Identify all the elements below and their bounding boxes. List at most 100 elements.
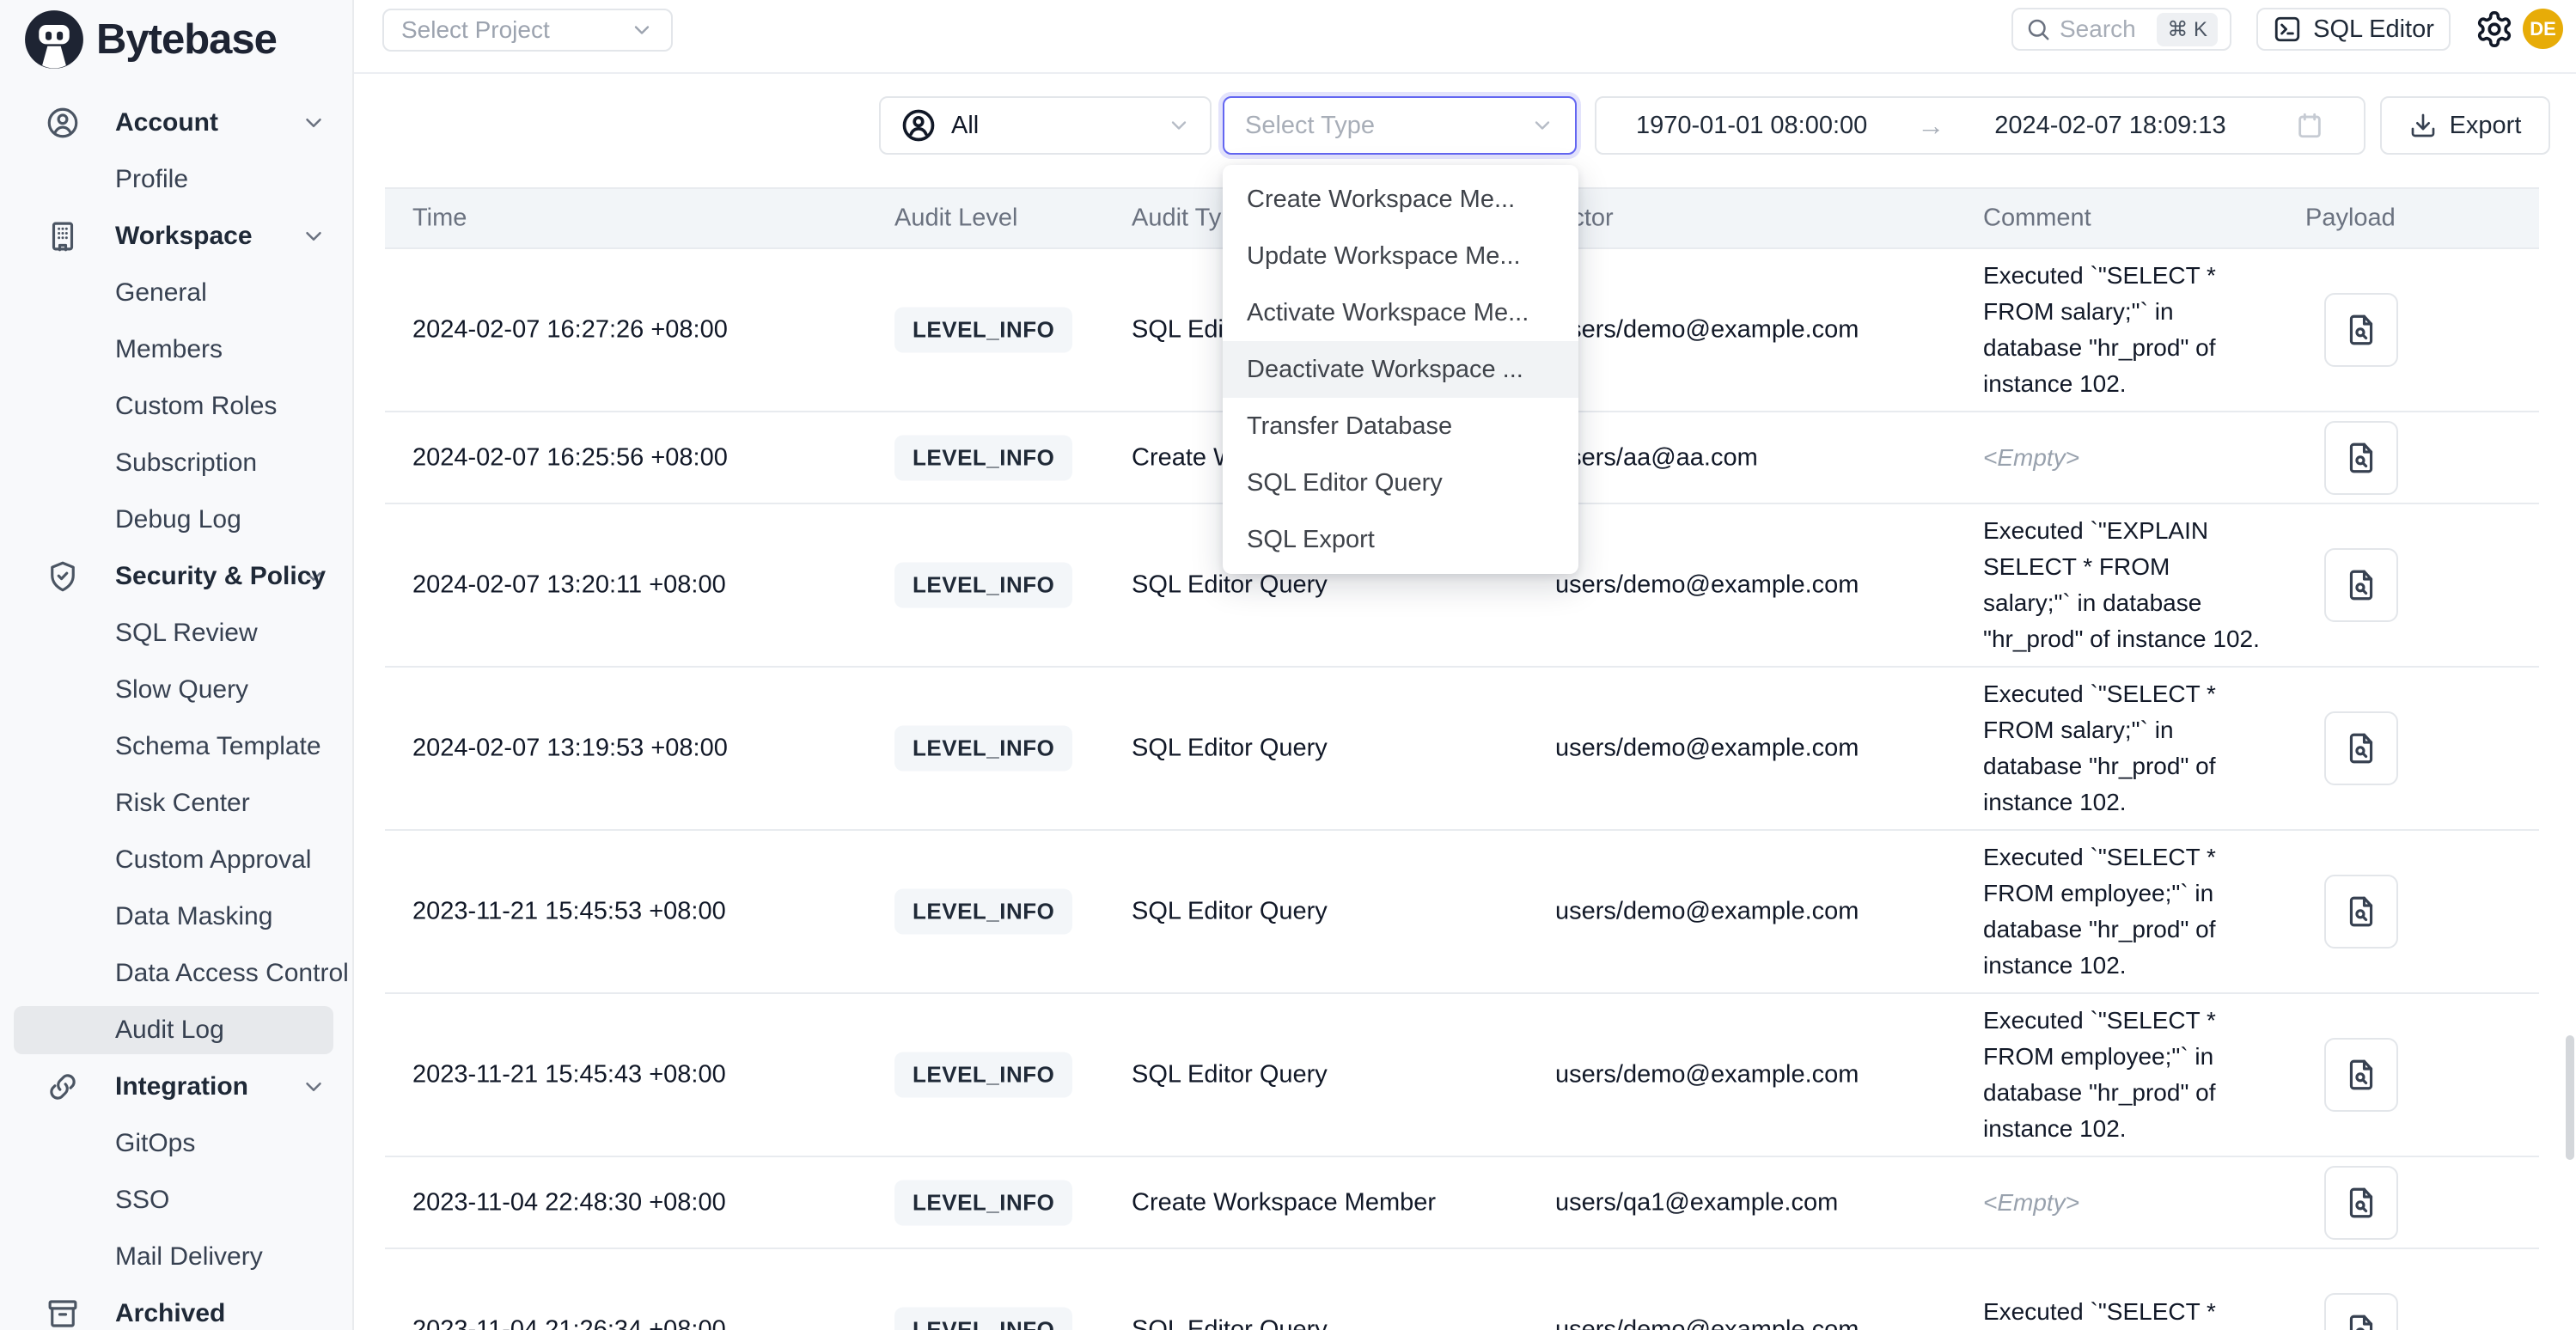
actor-filter-select[interactable]: All (879, 96, 1212, 155)
sidebar-item-sql-review[interactable]: SQL Review (0, 605, 352, 662)
cell-comment: Executed `"SELECT * FROM salary;"` in da… (1983, 676, 2260, 821)
chevron-down-icon (1167, 113, 1191, 137)
level-badge: LEVEL_INFO (894, 563, 1072, 608)
search-box[interactable]: ⌘ K (2011, 8, 2231, 51)
bytebase-logo[interactable]: Bytebase (22, 7, 277, 72)
avatar[interactable]: DE (2523, 9, 2563, 49)
cell-time: 2023-11-21 15:45:43 +08:00 (412, 1061, 859, 1089)
calendar-icon (2295, 111, 2324, 140)
sidebar-item-slow-query[interactable]: Slow Query (0, 662, 352, 718)
sidebar-item-audit-log[interactable]: Audit Log (0, 1002, 352, 1059)
payload-view-button[interactable] (2324, 1166, 2398, 1240)
cell-comment: <Empty> (1983, 440, 2260, 476)
table-row[interactable]: 2023-11-21 15:45:53 +08:00 LEVEL_INFO SQ… (385, 831, 2539, 994)
payload-view-button[interactable] (2324, 548, 2398, 622)
sidebar: Bytebase Account Profile Workspace Gener… (0, 0, 354, 1330)
building-icon (45, 218, 81, 254)
payload-view-button[interactable] (2324, 1293, 2398, 1330)
type-option-activate-workspace-me[interactable]: Activate Workspace Me... (1223, 284, 1578, 341)
search-icon (2025, 16, 2051, 42)
file-search-icon (2343, 1312, 2379, 1330)
sidebar-item-custom-roles[interactable]: Custom Roles (0, 378, 352, 435)
cell-comment: Executed `"EXPLAIN SELECT * FROM salary;… (1983, 513, 2260, 657)
cell-time: 2023-11-04 22:48:30 +08:00 (412, 1188, 859, 1217)
cell-actor: users/demo@example.com (1555, 316, 1968, 345)
project-select-placeholder: Select Project (401, 16, 550, 44)
type-option-create-workspace-me[interactable]: Create Workspace Me... (1223, 171, 1578, 228)
cell-audit-type: SQL Editor Query (1132, 735, 1535, 763)
gear-icon[interactable] (2475, 9, 2514, 49)
link-icon (45, 1069, 81, 1105)
project-select[interactable]: Select Project (382, 9, 673, 52)
sidebar-section-archived[interactable]: Archived (0, 1285, 352, 1330)
search-shortcut-badge: ⌘ K (2157, 13, 2218, 46)
cell-audit-level: LEVEL_INFO (894, 1052, 1072, 1098)
cell-actor: users/aa@aa.com (1555, 443, 1968, 472)
file-search-icon (2343, 1057, 2379, 1093)
payload-view-button[interactable] (2324, 293, 2398, 367)
sidebar-item-mail-delivery[interactable]: Mail Delivery (0, 1229, 352, 1285)
sidebar-section-security-policy[interactable]: Security & Policy (0, 548, 352, 605)
type-option-deactivate-workspace[interactable]: Deactivate Workspace ... (1223, 341, 1578, 398)
payload-view-button[interactable] (2324, 711, 2398, 785)
search-input[interactable] (2060, 15, 2148, 43)
sidebar-item-custom-approval[interactable]: Custom Approval (0, 832, 352, 888)
chevron-down-icon (301, 223, 327, 249)
sidebar-item-data-access-control[interactable]: Data Access Control (0, 945, 352, 1002)
chevron-down-icon (301, 1074, 327, 1100)
type-filter-select[interactable]: Select Type (1223, 96, 1577, 155)
sidebar-item-debug-log[interactable]: Debug Log (0, 491, 352, 548)
table-row[interactable]: 2023-11-04 21:26:34 +08:00 LEVEL_INFO SQ… (385, 1249, 2539, 1330)
type-option-update-workspace-me[interactable]: Update Workspace Me... (1223, 228, 1578, 284)
chevron-down-icon (1530, 113, 1554, 137)
cell-actor: users/demo@example.com (1555, 1061, 1968, 1089)
cell-time: 2024-02-07 13:19:53 +08:00 (412, 735, 859, 763)
sidebar-item-subscription[interactable]: Subscription (0, 435, 352, 491)
file-search-icon (2343, 894, 2379, 930)
scrollbar-thumb[interactable] (2566, 1035, 2574, 1160)
export-button[interactable]: Export (2380, 96, 2550, 155)
cell-audit-level: LEVEL_INFO (894, 1180, 1072, 1225)
level-badge: LEVEL_INFO (894, 308, 1072, 353)
bytebase-logo-icon (22, 8, 86, 71)
cell-comment: <Empty> (1983, 1185, 2260, 1221)
sidebar-item-schema-template[interactable]: Schema Template (0, 718, 352, 775)
date-range-picker[interactable]: 1970-01-01 08:00:00 → 2024-02-07 18:09:1… (1595, 96, 2365, 155)
type-option-sql-export[interactable]: SQL Export (1223, 511, 1578, 568)
cell-time: 2024-02-07 16:27:26 +08:00 (412, 316, 859, 345)
level-badge: LEVEL_INFO (894, 726, 1072, 772)
date-from-value[interactable]: 1970-01-01 08:00:00 (1636, 112, 1867, 140)
cell-comment: Executed `"SELECT * FROM employee;"` in … (1983, 839, 2260, 984)
cell-actor: users/demo@example.com (1555, 1316, 1968, 1330)
level-badge: LEVEL_INFO (894, 1308, 1072, 1330)
payload-view-button[interactable] (2324, 421, 2398, 495)
cell-audit-type: Create Workspace Member (1132, 1188, 1535, 1217)
cell-time: 2023-11-21 15:45:53 +08:00 (412, 898, 859, 926)
table-row[interactable]: 2023-11-04 22:48:30 +08:00 LEVEL_INFO Cr… (385, 1157, 2539, 1249)
sidebar-item-sso[interactable]: SSO (0, 1172, 352, 1229)
type-filter-placeholder: Select Type (1245, 112, 1530, 140)
terminal-icon (2273, 15, 2302, 44)
sidebar-item-risk-center[interactable]: Risk Center (0, 775, 352, 832)
sql-editor-label: SQL Editor (2313, 15, 2434, 44)
file-search-icon (2343, 730, 2379, 766)
sidebar-section-integration[interactable]: Integration (0, 1059, 352, 1115)
type-option-transfer-database[interactable]: Transfer Database (1223, 398, 1578, 455)
sidebar-item-data-masking[interactable]: Data Masking (0, 888, 352, 945)
sidebar-item-general[interactable]: General (0, 265, 352, 321)
payload-view-button[interactable] (2324, 875, 2398, 949)
type-option-sql-editor-query[interactable]: SQL Editor Query (1223, 455, 1578, 511)
table-row[interactable]: 2023-11-21 15:45:43 +08:00 LEVEL_INFO SQ… (385, 994, 2539, 1157)
payload-view-button[interactable] (2324, 1038, 2398, 1112)
sql-editor-button[interactable]: SQL Editor (2256, 8, 2451, 51)
brand-name: Bytebase (96, 15, 277, 64)
sidebar-item-gitops[interactable]: GitOps (0, 1115, 352, 1172)
cell-audit-level: LEVEL_INFO (894, 435, 1072, 480)
sidebar-item-members[interactable]: Members (0, 321, 352, 378)
sidebar-section-account[interactable]: Account (0, 95, 352, 151)
level-badge: LEVEL_INFO (894, 1180, 1072, 1225)
date-to-value[interactable]: 2024-02-07 18:09:13 (1994, 112, 2225, 140)
sidebar-section-workspace[interactable]: Workspace (0, 208, 352, 265)
table-row[interactable]: 2024-02-07 13:19:53 +08:00 LEVEL_INFO SQ… (385, 668, 2539, 831)
sidebar-item-profile[interactable]: Profile (0, 151, 352, 208)
